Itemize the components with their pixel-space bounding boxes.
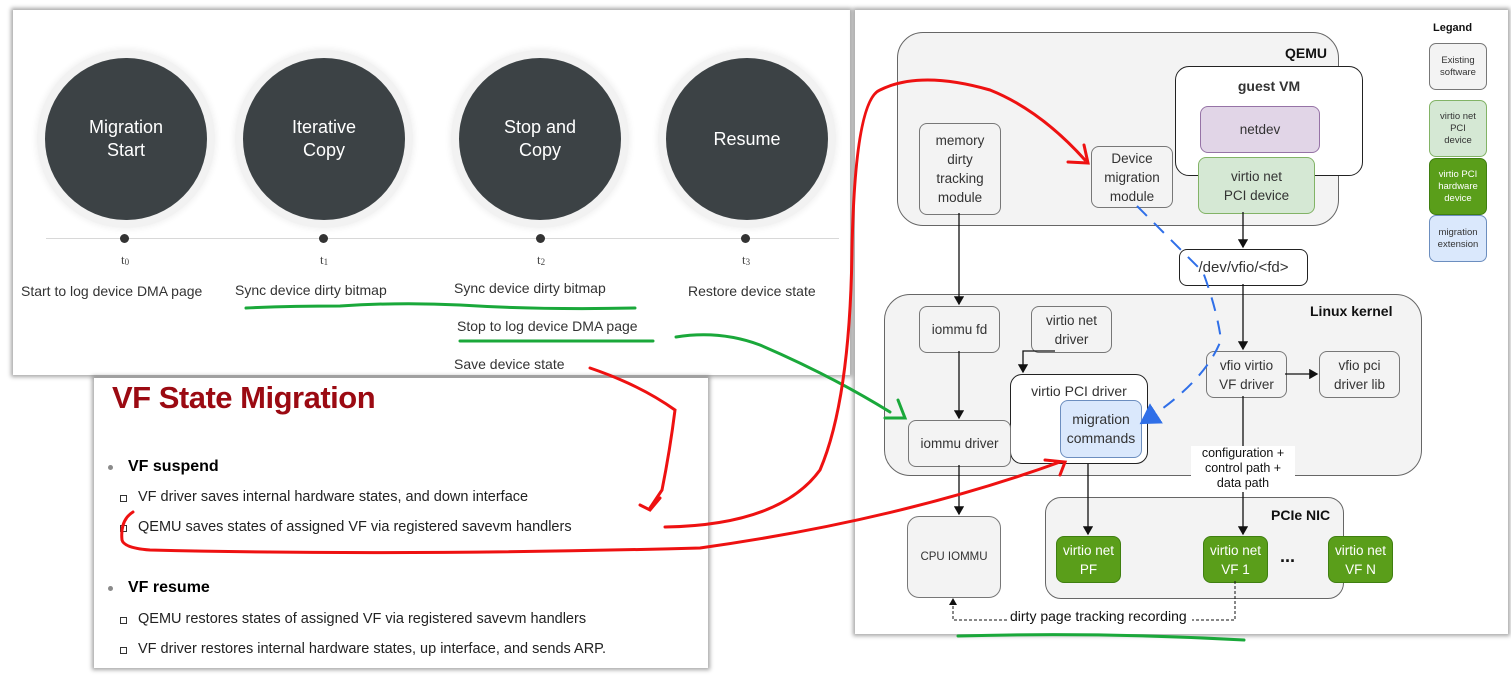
- box-migration-commands: migration commands: [1060, 400, 1142, 458]
- timeline-marker-t2: [536, 234, 545, 243]
- legend-migration-extension: migration extension: [1429, 215, 1487, 262]
- list-item: VF driver saves internal hardware states…: [119, 489, 529, 505]
- region-label-linux-kernel: Linux kernel: [1310, 303, 1393, 319]
- phase-label: Migration Start: [88, 117, 164, 160]
- note-t0: Start to log device DMA page: [21, 283, 203, 299]
- tick-t0: t0: [120, 252, 130, 267]
- note-t2-sync: Sync device dirty bitmap: [454, 280, 606, 296]
- note-t1: Sync device dirty bitmap: [235, 282, 387, 298]
- phase-iterative-copy: Iterative Copy: [243, 58, 405, 220]
- section-heading-resume: VF resume: [108, 579, 210, 596]
- box-virtio-net-pf: virtio net PF: [1056, 536, 1121, 583]
- box-memory-dirty-tracking: memory dirty tracking module: [919, 123, 1001, 215]
- legend-virtio-net-pci-device: virtio net PCI device: [1429, 100, 1487, 157]
- tick-t3: t3: [741, 252, 751, 267]
- note-t2-save: Save device state: [454, 356, 565, 372]
- box-virtio-net-driver: virtio net driver: [1031, 306, 1112, 353]
- phase-migration-start: Migration Start: [45, 58, 207, 220]
- note-t3: Restore device state: [688, 283, 816, 299]
- timeline-marker-t3: [741, 234, 750, 243]
- dashed-label-to-cpuiommu: [949, 598, 1007, 621]
- phase-label: Iterative Copy: [291, 117, 357, 160]
- migration-timeline-panel: Migration Start Iterative Copy Stop and …: [13, 10, 850, 375]
- tick-t1: t1: [319, 252, 329, 267]
- list-item: QEMU restores states of assigned VF via …: [119, 611, 587, 627]
- box-virtio-net-vf1: virtio net VF 1: [1203, 536, 1268, 583]
- box-vfio-pci-driver-lib: vfio pci driver lib: [1319, 351, 1400, 398]
- ellipsis: ...: [1280, 546, 1296, 566]
- region-label-pcie-nic: PCIe NIC: [1271, 507, 1331, 523]
- box-device-migration-module: Device migration module: [1091, 146, 1173, 208]
- tick-t2: t2: [536, 252, 546, 267]
- box-iommu-driver: iommu driver: [908, 420, 1011, 467]
- box-iommu-fd: iommu fd: [919, 306, 1000, 353]
- box-virtio-net-pci-device: virtio net PCI device: [1198, 157, 1315, 214]
- box-netdev: netdev: [1200, 106, 1320, 153]
- box-cpu-iommu: CPU IOMMU: [907, 516, 1001, 598]
- box-vfio-virtio-vf-driver: vfio virtio VF driver: [1206, 351, 1287, 398]
- timeline-marker-t0: [120, 234, 129, 243]
- slide-title: VF State Migration: [112, 380, 376, 415]
- note-t2-stop-log: Stop to log device DMA page: [457, 318, 638, 334]
- list-item: QEMU saves states of assigned VF via reg…: [120, 519, 572, 535]
- section-heading-suspend: VF suspend: [108, 458, 219, 475]
- timeline-marker-t1: [319, 234, 328, 243]
- phase-stop-and-copy: Stop and Copy: [459, 58, 621, 220]
- timeline-axis: [46, 238, 839, 239]
- green-underline-dirty-page: [956, 633, 1246, 642]
- phase-resume: Resume: [666, 58, 828, 220]
- phase-label: Resume: [713, 128, 781, 149]
- vf-state-migration-slide: VF State Migration VF suspend VF driver …: [94, 378, 708, 668]
- phase-label: Stop and Copy: [503, 117, 577, 160]
- list-item: VF driver restores internal hardware sta…: [119, 641, 607, 657]
- box-dev-vfio: /dev/vfio/<fd>: [1179, 249, 1308, 286]
- legend-existing-software: Existing software: [1429, 43, 1487, 90]
- legend-virtio-pci-hardware-device: virtio PCI hardware device: [1429, 158, 1487, 215]
- architecture-diagram-panel: QEMU guest VM netdev virtio net PCI devi…: [855, 10, 1508, 634]
- region-label-qemu: QEMU: [1285, 45, 1327, 61]
- label-config-control-data-path: configuration + control path + data path: [1191, 446, 1295, 491]
- label-dirty-page-tracking: dirty page tracking recording: [1010, 608, 1187, 624]
- box-virtio-net-vfn: virtio net VF N: [1328, 536, 1393, 583]
- legend-title: Legand: [1433, 22, 1473, 34]
